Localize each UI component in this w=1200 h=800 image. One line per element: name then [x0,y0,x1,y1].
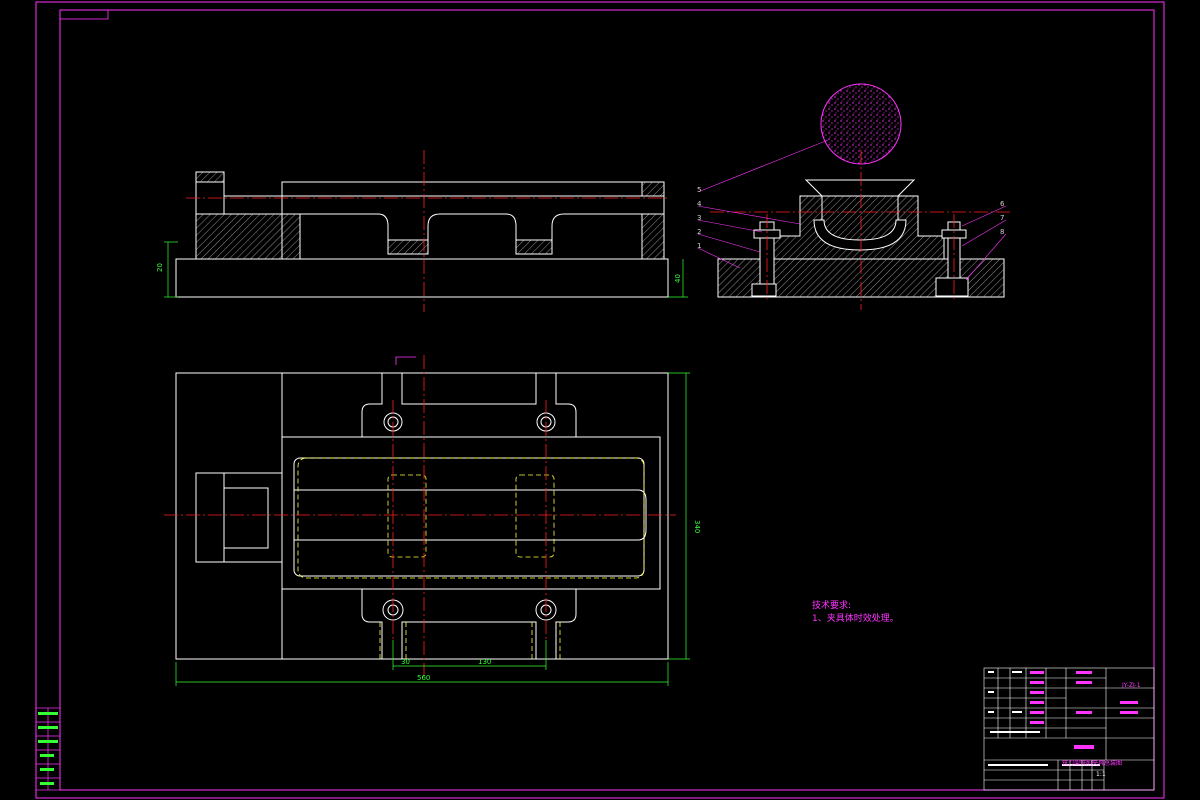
dim-width-total: 560 [417,674,430,682]
leader-label-1: 1 [697,242,701,250]
dim-height-total: 340 [693,520,701,533]
notes-heading: 技术要求: [812,601,852,611]
scale-value: 1:1 [1096,771,1106,778]
base-plate [175,258,669,298]
plan-hidden-lines [297,457,645,660]
leader-label-2: 2 [697,228,701,236]
plan-centerlines [164,355,676,676]
title-block-marks [988,671,1100,766]
v-block [804,179,916,197]
leader-label-3: 3 [697,214,701,222]
section-marker [395,356,416,365]
leader-label-5: 5 [697,186,701,194]
leader-label-6: 6 [1000,200,1005,208]
front-view [175,171,669,298]
dim-spacing-mid: 130 [478,658,491,666]
plan-base [175,372,669,660]
dim-left-height: 20 [156,263,164,272]
dim-right-height: 40 [674,274,682,283]
leader-label-7: 7 [1000,214,1004,222]
fixture-body [281,181,665,260]
margin-stamp [35,707,61,791]
body-section-hatch [195,213,283,260]
plan-view [175,372,669,660]
cad-drawing-canvas: 20 40 5 4 3 2 1 6 7 8 560 340 30 130 JY-… [35,1,1165,799]
plan-dimensions [175,372,690,686]
ref-code: JY-ZJ-1 [1121,682,1141,689]
sheet-frame [35,1,1165,799]
leader-label-8: 8 [1000,228,1004,236]
dim-spacing-left: 30 [401,658,410,666]
drawing-title: 铣刀架铣削夹具总装图 [1062,759,1122,767]
notes-item-1: 1、夹具体时效处理。 [812,614,899,624]
leader-label-4: 4 [697,200,702,208]
technical-notes: 技术要求: 1、夹具体时效处理。 [812,600,899,626]
